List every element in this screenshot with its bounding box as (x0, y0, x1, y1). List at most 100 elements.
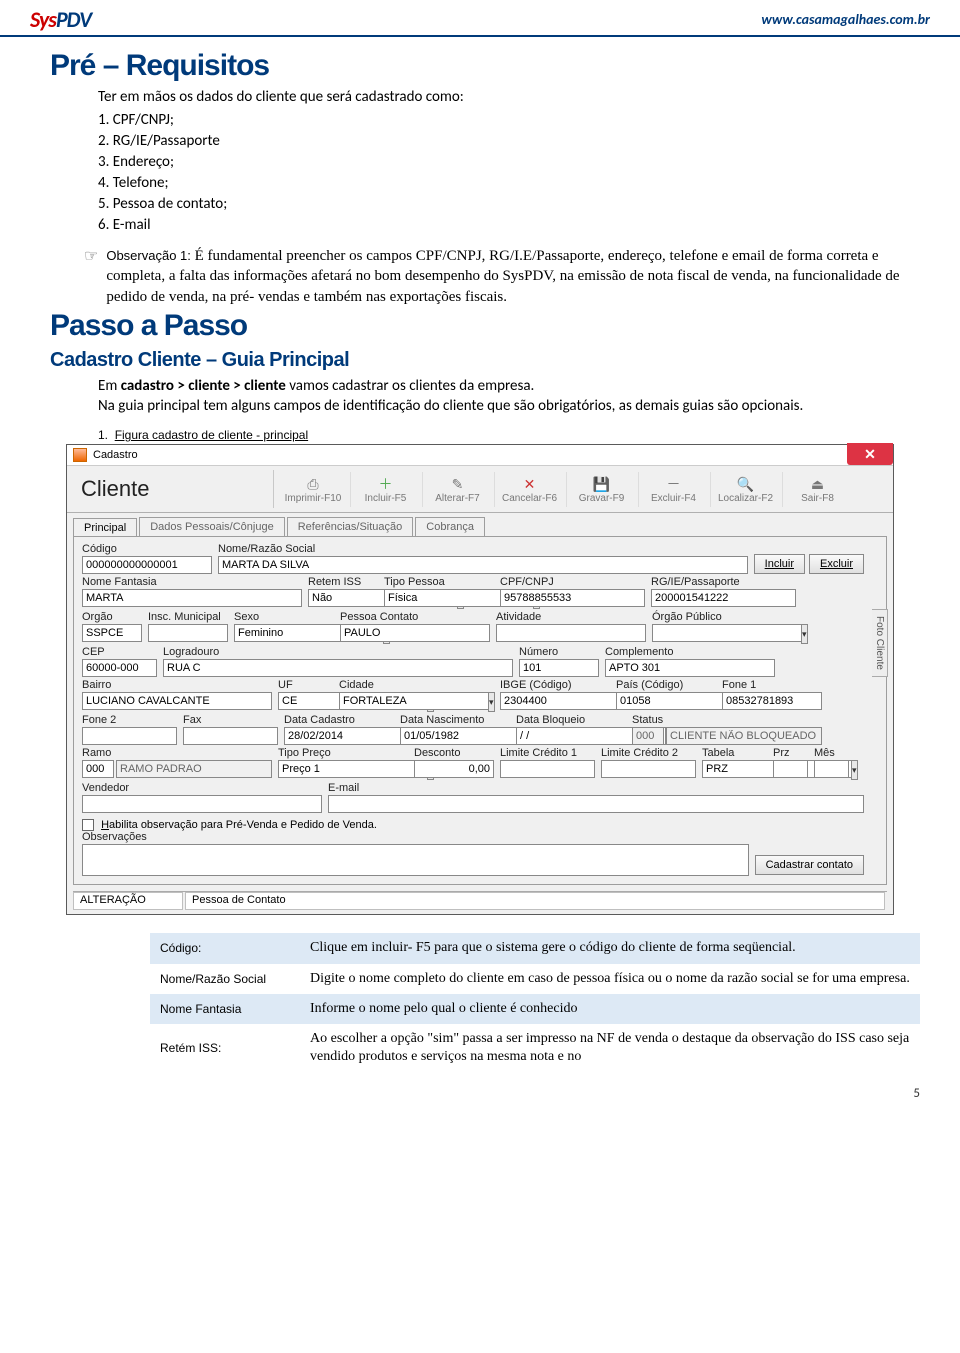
limite2-input[interactable] (601, 760, 696, 778)
toolbar-save-button[interactable]: 💾Gravar-F9 (566, 472, 636, 507)
toolbar-include-button[interactable]: ＋Incluir-F5 (350, 472, 420, 507)
form-panel: Foto Cliente Código Nome/Razão Social In… (73, 536, 887, 885)
pencil-icon: ✎ (423, 475, 492, 493)
label-uf: UF (278, 679, 333, 691)
tab-dados-pessoais[interactable]: Dados Pessoais/Cônjuge (139, 517, 285, 536)
header-url: www.casamagalhaes.com.br (761, 11, 930, 28)
toolbar-cancel-button[interactable]: ✕Cancelar-F6 (494, 472, 564, 507)
observation-text: Observação 1: É fundamental preencher os… (106, 246, 910, 307)
hand-pointer-icon: ☞ (84, 246, 98, 268)
observation-body: É fundamental preencher os campos CPF/CN… (106, 248, 899, 305)
codigo-input[interactable] (82, 556, 212, 574)
chevron-down-icon[interactable]: ▾ (801, 624, 808, 644)
complemento-input[interactable] (605, 659, 775, 677)
search-icon: 🔍 (711, 475, 780, 493)
exit-icon: ⏏ (783, 475, 852, 493)
orgao-publico-select[interactable] (652, 624, 801, 642)
prz-input[interactable] (773, 760, 808, 778)
toolbar-print-label: Imprimir-F10 (285, 493, 342, 504)
label-orgao: Orgão (82, 611, 142, 623)
toolbar-locate-button[interactable]: 🔍Localizar-F2 (710, 472, 780, 507)
tab-referencias[interactable]: Referências/Situação (287, 517, 414, 536)
pessoa-contato-input[interactable] (340, 624, 490, 642)
label-mes: Mês (814, 747, 849, 759)
heading-pre-requisitos: Pré – Requisitos (50, 49, 910, 83)
toolbar-print-button[interactable]: ⎙Imprimir-F10 (278, 472, 348, 507)
chevron-down-icon[interactable]: ▾ (851, 760, 858, 780)
insc-municipal-input[interactable] (148, 624, 228, 642)
intro-item: 4. Telefone; (98, 173, 910, 194)
window-statusbar: ALTERAÇÃO Pessoa de Contato (73, 891, 887, 910)
intro-item: 3. Endereço; (98, 152, 910, 173)
habilita-obs-label: HHabilita observação para Pré-Venda e Pe… (101, 819, 377, 831)
side-tab-foto-cliente[interactable]: Foto Cliente (872, 609, 888, 677)
numero-input[interactable] (519, 659, 599, 677)
observacoes-textarea[interactable] (82, 844, 749, 876)
toolbar-save-label: Gravar-F9 (579, 493, 625, 504)
logo-pdv: PDV (56, 6, 91, 33)
rgie-input[interactable] (651, 589, 796, 607)
bairro-input[interactable] (82, 692, 272, 710)
habilita-obs-row: HHabilita observação para Pré-Venda e Pe… (82, 819, 878, 831)
excluir-button[interactable]: Excluir (809, 554, 864, 574)
cep-input[interactable] (82, 659, 157, 677)
para-em-path: cadastro > cliente > cliente (121, 377, 286, 395)
tab-cobranca[interactable]: Cobrança (415, 517, 485, 536)
fantasia-input[interactable] (82, 589, 302, 607)
label-email: E-mail (328, 782, 864, 794)
label-tipo-preco: Tipo Preço (278, 747, 408, 759)
toolbar-cancel-label: Cancelar-F6 (502, 493, 557, 504)
chevron-down-icon[interactable]: ▾ (488, 692, 495, 712)
label-sexo: Sexo (234, 611, 334, 623)
intro-item: 1. CPF/CNPJ; (98, 110, 910, 131)
label-logradouro: Logradouro (163, 646, 513, 658)
def-key-retem: Retém ISS: (150, 1024, 300, 1072)
cadastro-window: Cadastro ✕ Cliente ⎙Imprimir-F10 ＋Inclui… (66, 444, 894, 915)
fone2-input[interactable] (82, 727, 177, 745)
toolbar-alter-button[interactable]: ✎Alterar-F7 (422, 472, 492, 507)
cpf-input[interactable] (500, 589, 645, 607)
atividade-input[interactable] (496, 624, 646, 642)
label-numero: Número (519, 646, 599, 658)
cidade-select[interactable] (339, 692, 488, 710)
intro-lead: Ter em mãos os dados do cliente que será… (98, 88, 464, 106)
heading-guia-principal: Cadastro Cliente – Guia Principal (50, 349, 910, 372)
window-close-button[interactable]: ✕ (847, 443, 893, 465)
label-observacoes: Observações (82, 831, 749, 843)
mes-input[interactable] (814, 760, 849, 778)
nome-input[interactable] (218, 556, 748, 574)
orgao-input[interactable] (82, 624, 142, 642)
logradouro-input[interactable] (163, 659, 513, 677)
habilita-obs-checkbox[interactable] (82, 819, 94, 831)
incluir-button[interactable]: Incluir (754, 554, 805, 574)
ramo-code-input[interactable] (82, 760, 114, 778)
desconto-input[interactable] (414, 760, 494, 778)
label-inscm: Insc. Municipal (148, 611, 228, 623)
label-cep: CEP (82, 646, 157, 658)
toolbar-delete-button[interactable]: －Excluir-F4 (638, 472, 708, 507)
fax-input[interactable] (183, 727, 278, 745)
label-data-cadastro: Data Cadastro (284, 714, 394, 726)
para-em-pre: Em (98, 377, 121, 395)
status-code-input[interactable] (632, 727, 664, 745)
window-header-panel: Cliente ⎙Imprimir-F10 ＋Incluir-F5 ✎Alter… (67, 466, 893, 513)
toolbar-exit-button[interactable]: ⏏Sair-F8 (782, 472, 852, 507)
tipo-preco-select[interactable] (278, 760, 427, 778)
cadastrar-contato-button[interactable]: Cadastrar contato (755, 855, 864, 875)
toolbar-locate-label: Localizar-F2 (718, 493, 773, 504)
label-pais: País (Código) (616, 679, 716, 691)
limite1-input[interactable] (500, 760, 595, 778)
label-fone2: Fone 2 (82, 714, 177, 726)
def-key-nome: Nome/Razão Social (150, 964, 300, 994)
fone1-input[interactable] (722, 692, 822, 710)
tab-principal[interactable]: Principal (73, 518, 137, 537)
label-cpf: CPF/CNPJ (500, 576, 645, 588)
print-icon: ⎙ (278, 475, 348, 493)
label-rgie: RG/IE/Passaporte (651, 576, 796, 588)
email-input[interactable] (328, 795, 864, 813)
toolbar-include-label: Incluir-F5 (365, 493, 407, 504)
vendedor-input[interactable] (82, 795, 322, 813)
label-desconto: Desconto (414, 747, 494, 759)
def-val-retem: Ao escolher a opção "sim" passa a ser im… (300, 1024, 920, 1072)
window-app-icon (73, 448, 87, 462)
